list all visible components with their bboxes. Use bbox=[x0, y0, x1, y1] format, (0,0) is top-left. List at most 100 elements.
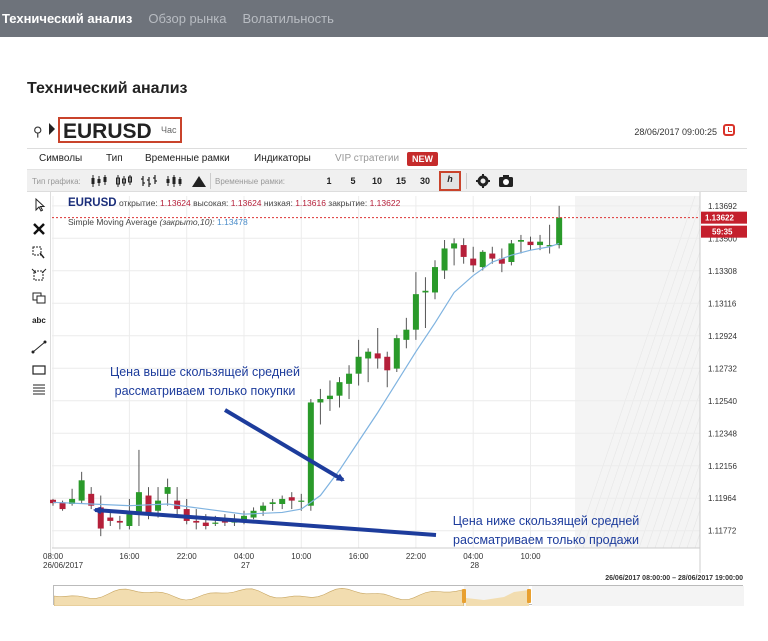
candle bbox=[374, 328, 381, 369]
chart-toolbar: Тип графика: Временные рамки: 1 5 10 15 … bbox=[27, 170, 747, 192]
candle bbox=[336, 377, 343, 408]
candle bbox=[346, 365, 353, 400]
legend-close-value: 1.13622 bbox=[370, 198, 401, 208]
interval-label: Час bbox=[161, 125, 177, 135]
candle-body-up bbox=[78, 480, 85, 501]
toolbar-separator bbox=[210, 173, 211, 189]
candle bbox=[279, 495, 286, 510]
chart-type-label: Тип графика: bbox=[32, 177, 81, 186]
candle bbox=[432, 260, 438, 300]
time-tick-label: 08:00 bbox=[43, 552, 64, 561]
hollow-candles-icon[interactable] bbox=[115, 174, 133, 188]
candle-body-up bbox=[336, 382, 343, 396]
price-tick-label: 1.12924 bbox=[708, 332, 737, 341]
candle-body-up bbox=[479, 251, 486, 268]
current-datetime: 28/06/2017 09:00:25 bbox=[634, 127, 717, 137]
price-tick-label: 1.13692 bbox=[708, 202, 737, 211]
menu-timeframes[interactable]: Временные рамки bbox=[145, 153, 230, 164]
time-tick-label: 10:00 bbox=[291, 552, 312, 561]
time-tick-label: 22:00 bbox=[406, 552, 427, 561]
tab-technical-analysis[interactable]: Технический анализ bbox=[2, 11, 132, 26]
bars-type-icon[interactable] bbox=[140, 174, 158, 188]
navigator-handle-right bbox=[527, 589, 531, 603]
candle-body-up bbox=[135, 492, 142, 515]
area-type-icon[interactable] bbox=[190, 174, 208, 188]
clock-icon[interactable] bbox=[723, 124, 735, 136]
camera-icon[interactable] bbox=[498, 174, 514, 188]
candle-body-down bbox=[470, 258, 477, 266]
candle bbox=[412, 272, 419, 340]
candle-body-down bbox=[460, 245, 467, 257]
candle-body-up bbox=[432, 267, 438, 293]
candle-body-down bbox=[374, 353, 381, 359]
annotation-upper: Цена выше скользящей средней рассматрива… bbox=[80, 363, 330, 401]
candle bbox=[212, 515, 219, 526]
new-badge: NEW bbox=[407, 152, 438, 166]
timeframe-15[interactable]: 15 bbox=[391, 173, 411, 190]
search-icon[interactable]: ⚲ bbox=[33, 124, 43, 140]
heikin-ashi-icon[interactable] bbox=[165, 174, 183, 188]
time-tick-label: 16:00 bbox=[119, 552, 140, 561]
candle-body-down bbox=[107, 517, 114, 521]
candle bbox=[183, 498, 190, 525]
candle bbox=[365, 348, 372, 383]
menu-symbols[interactable]: Символы bbox=[39, 153, 82, 164]
candle-body-up bbox=[279, 498, 286, 504]
timeframe-30[interactable]: 30 bbox=[415, 173, 435, 190]
timeframe-5[interactable]: 5 bbox=[343, 173, 363, 190]
price-tick-label: 1.13308 bbox=[708, 267, 737, 276]
time-tick-label: 16:00 bbox=[349, 552, 370, 561]
timeframe-1[interactable]: 1 bbox=[319, 173, 339, 190]
price-tick-label: 1.11772 bbox=[708, 527, 737, 536]
menu-vip-strategies[interactable]: VIP стратегии bbox=[335, 153, 399, 164]
candle bbox=[126, 498, 133, 530]
candle-body-up bbox=[155, 500, 162, 511]
date-tick-label: 27 bbox=[241, 561, 250, 570]
candle-body-down bbox=[116, 520, 123, 523]
sma-legend-name: Simple Moving Average bbox=[68, 217, 160, 227]
menu-type[interactable]: Тип bbox=[106, 153, 123, 164]
date-tick-label: 26/06/2017 bbox=[43, 561, 84, 570]
candle bbox=[193, 509, 200, 530]
navigator-future bbox=[532, 586, 744, 606]
candle bbox=[97, 495, 104, 537]
annotation-lower-line1: Цена ниже скользящей средней bbox=[452, 514, 640, 528]
candle bbox=[269, 498, 276, 511]
price-tick-label: 1.11964 bbox=[708, 494, 737, 503]
candle-body-down bbox=[384, 356, 391, 371]
menu-indicators[interactable]: Индикаторы bbox=[254, 153, 311, 164]
candle-body-up bbox=[508, 243, 515, 262]
navigator-strip[interactable] bbox=[53, 585, 744, 607]
tab-volatility[interactable]: Волатильность bbox=[243, 11, 334, 26]
candle bbox=[517, 234, 524, 254]
candle-body-up bbox=[164, 487, 171, 494]
timeframe-10[interactable]: 10 bbox=[367, 173, 387, 190]
candle bbox=[174, 487, 181, 516]
time-tick-label: 10:00 bbox=[521, 552, 542, 561]
price-tick-label: 1.12540 bbox=[708, 397, 737, 406]
symbol-row: ⚲ EURUSD Час 28/06/2017 09:00:25 bbox=[27, 115, 747, 145]
candle bbox=[78, 471, 85, 504]
navigator-area bbox=[53, 587, 465, 607]
candle bbox=[135, 449, 142, 526]
sma-legend-value: 1.13478 bbox=[217, 217, 248, 227]
gear-icon[interactable] bbox=[475, 174, 491, 188]
candle bbox=[288, 492, 295, 510]
candle-body-up bbox=[393, 338, 400, 369]
caret-right-icon[interactable] bbox=[49, 123, 55, 135]
legend-open-value: 1.13624 bbox=[160, 198, 193, 208]
candle-body-up bbox=[307, 402, 314, 506]
candle bbox=[202, 514, 209, 530]
candle bbox=[384, 351, 391, 388]
candle bbox=[155, 487, 162, 518]
tab-market-overview[interactable]: Обзор рынка bbox=[148, 11, 226, 26]
candle-body-up bbox=[403, 329, 410, 340]
legend-low-value: 1.13616 bbox=[295, 198, 328, 208]
candle-body-up bbox=[231, 520, 238, 523]
candle-body-down bbox=[489, 253, 496, 259]
candles-type-icon[interactable] bbox=[90, 174, 108, 188]
legend-high-value: 1.13624 bbox=[231, 198, 264, 208]
candle bbox=[508, 240, 515, 266]
symbol-selector[interactable]: EURUSD Час bbox=[58, 117, 182, 143]
timeframe-h[interactable]: h bbox=[439, 171, 461, 191]
